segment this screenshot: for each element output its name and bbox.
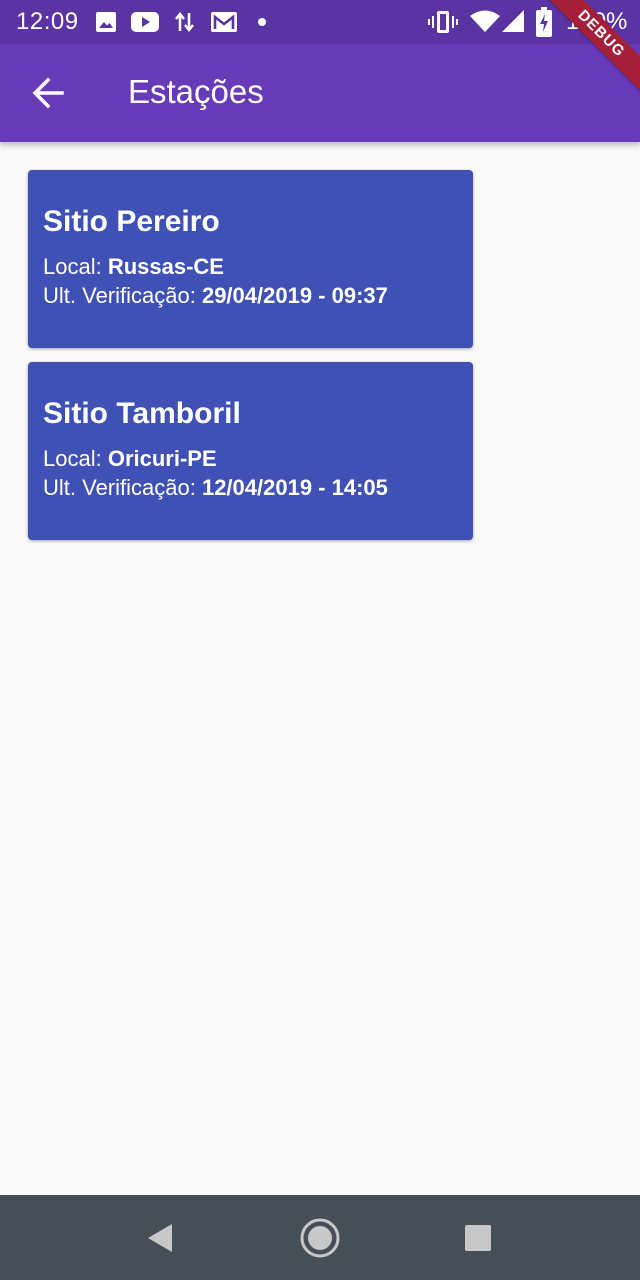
system-nav-bar	[0, 1195, 640, 1280]
image-icon	[96, 12, 116, 32]
recents-square-icon[interactable]	[464, 1224, 492, 1252]
back-triangle-icon[interactable]	[146, 1222, 174, 1254]
arrow-back-icon	[32, 77, 64, 109]
youtube-icon	[131, 12, 159, 32]
status-bar: 12:09 100%	[0, 0, 640, 44]
app-bar: Estações	[0, 44, 640, 142]
station-name: Sitio Pereiro	[43, 205, 220, 238]
local-value: Russas-CE	[107, 254, 224, 279]
station-last-verification: Ult. Verificação: 12/04/2019 - 14:05	[43, 473, 473, 502]
verification-label: Ult. Verificação:	[43, 475, 202, 500]
station-name: Sitio Tamboril	[43, 397, 241, 430]
signal-icon	[502, 10, 524, 32]
verification-value: 12/04/2019 - 14:05	[201, 475, 388, 500]
page-title: Estações	[128, 73, 264, 110]
wifi-icon	[470, 10, 500, 32]
local-label: Local:	[43, 446, 108, 471]
verification-label: Ult. Verificação:	[43, 283, 202, 308]
local-value: Oricuri-PE	[107, 446, 217, 471]
verification-value: 29/04/2019 - 09:37	[201, 283, 388, 308]
station-last-verification: Ult. Verificação: 29/04/2019 - 09:37	[43, 281, 473, 310]
station-card[interactable]: Sitio Tamboril Local: Oricuri-PE Ult. Ve…	[28, 362, 473, 540]
station-list: Sitio Pereiro Local: Russas-CE Ult. Veri…	[28, 170, 473, 554]
local-label: Local:	[43, 254, 108, 279]
gmail-icon	[211, 12, 237, 32]
vibrate-icon	[428, 11, 458, 33]
home-circle-icon[interactable]	[299, 1217, 341, 1259]
battery-charging-icon	[536, 7, 552, 37]
station-local: Local: Russas-CE	[43, 252, 473, 281]
station-card[interactable]: Sitio Pereiro Local: Russas-CE Ult. Veri…	[28, 170, 473, 348]
back-button[interactable]	[24, 68, 74, 118]
data-transfer-icon	[175, 11, 194, 33]
station-local: Local: Oricuri-PE	[43, 444, 473, 473]
notification-dot-icon	[258, 18, 266, 26]
status-time: 12:09	[16, 8, 79, 35]
